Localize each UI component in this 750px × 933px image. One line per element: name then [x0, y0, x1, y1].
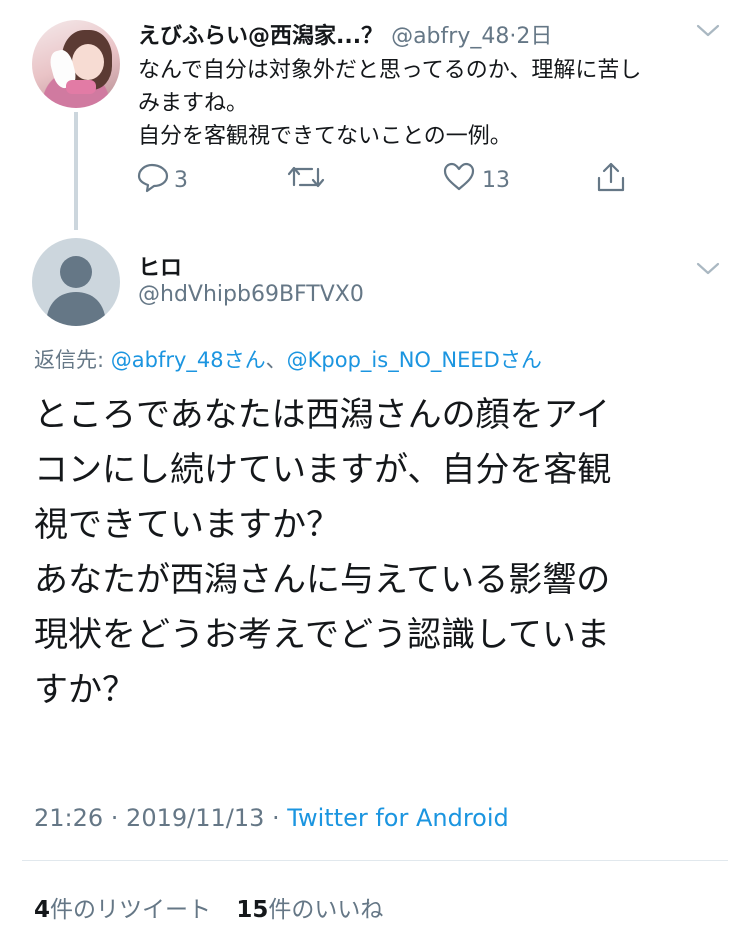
divider	[22, 860, 728, 861]
tweet-meta: 21:26 · 2019/11/13 · Twitter for Android	[34, 804, 509, 832]
tweet-text-line: みますね。	[138, 91, 249, 116]
share-button[interactable]	[594, 160, 628, 200]
reply-button[interactable]: 3	[136, 160, 188, 200]
tweet-stats: 4件のリツイート 15件のいいね	[34, 890, 383, 924]
like-icon	[442, 161, 476, 199]
retweet-stat[interactable]: 4件のリツイート	[34, 897, 211, 923]
tweet-text-line: 現状をどうお考えでどう認識していま	[34, 615, 610, 655]
like-stat[interactable]: 15件のいいね	[236, 897, 383, 923]
thread-line	[74, 112, 78, 230]
tweet-time[interactable]: 2日	[516, 24, 552, 49]
tweet-header: えびふらい@西潟家...？ @abfry_48·2日	[138, 18, 552, 50]
tweet-text-line: ところであなたは西潟さんの顔をアイ	[34, 395, 610, 435]
reply-icon	[136, 161, 170, 199]
retweet-button[interactable]	[286, 160, 326, 200]
avatar[interactable]	[32, 238, 120, 326]
tweet-text-line: コンにし続けていますが、自分を客観	[34, 450, 612, 490]
tweet-text-line: 視できていますか？	[34, 505, 340, 545]
share-icon	[594, 160, 628, 200]
reply-context: 返信先: @abfry_48さん、@Kpop_is_NO_NEEDさん	[34, 344, 542, 374]
user-handle[interactable]: @abfry_48	[391, 24, 509, 49]
tweet-text-line: あなたが西潟さんに与えている影響の	[34, 560, 611, 600]
tweet-source-link[interactable]: Twitter for Android	[287, 804, 508, 832]
like-label: 件のいいね	[268, 897, 384, 923]
tweet-text-line: すか？	[34, 670, 136, 710]
retweet-icon	[286, 161, 326, 199]
avatar[interactable]	[32, 20, 120, 108]
display-name[interactable]: ヒロ	[138, 250, 182, 282]
reply-count: 3	[174, 167, 188, 193]
reply-mention-link[interactable]: @abfry_48さん	[111, 348, 266, 372]
reply-separator: 、	[265, 348, 287, 372]
chevron-down-icon[interactable]	[694, 258, 722, 282]
retweet-label: 件のリツイート	[50, 897, 212, 923]
like-button[interactable]: 13	[442, 160, 510, 200]
tweet-text-line: 自分を客観視できてないことの一例。	[138, 124, 512, 149]
chevron-down-icon[interactable]	[694, 20, 722, 44]
tweet-timestamp[interactable]: 21:26 · 2019/11/13 ·	[34, 804, 287, 832]
user-handle[interactable]: @hdVhipb69BFTVX0	[138, 282, 364, 307]
tweet-text-line: なんで自分は対象外だと思ってるのか、理解に苦し	[138, 58, 642, 83]
tweet-text: ところであなたは西潟さんの顔をアイ コンにし続けていますが、自分を客観 視できて…	[34, 388, 734, 718]
reply-prefix: 返信先:	[34, 348, 111, 372]
retweet-count: 4	[34, 897, 51, 923]
like-count: 15	[236, 897, 269, 923]
tweet-text: なんで自分は対象外だと思ってるのか、理解に苦し みますね。 自分を客観視できてな…	[138, 54, 718, 153]
reply-mention-link[interactable]: @Kpop_is_NO_NEEDさん	[287, 348, 542, 372]
like-count: 13	[482, 167, 510, 193]
display-name[interactable]: えびふらい@西潟家...？	[138, 24, 383, 49]
